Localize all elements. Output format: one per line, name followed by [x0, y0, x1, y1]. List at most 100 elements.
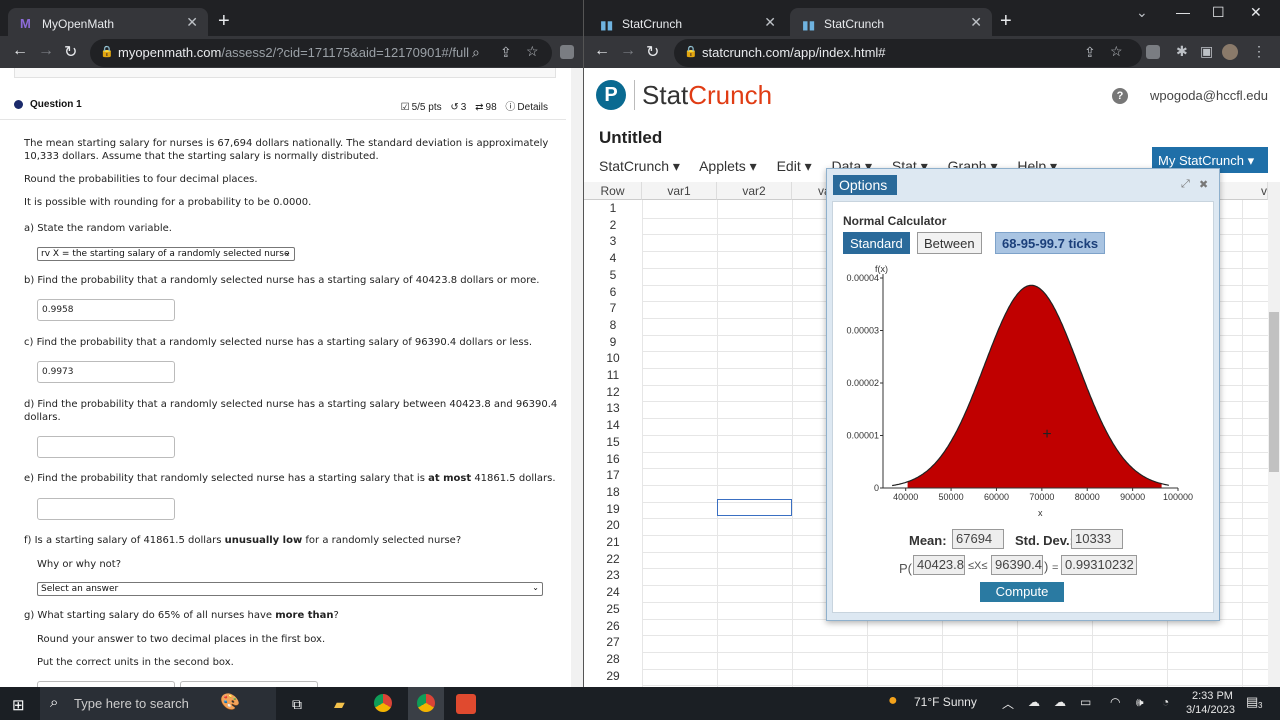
- forward-icon[interactable]: →: [38, 42, 54, 60]
- minimize-icon[interactable]: —: [1176, 4, 1190, 20]
- row-label: 18: [606, 484, 620, 499]
- start-windows-icon[interactable]: ⊞: [12, 696, 25, 720]
- compute-button[interactable]: Compute: [980, 582, 1064, 602]
- part-b-input[interactable]: 0.9958: [37, 299, 175, 321]
- extension-icon[interactable]: [560, 45, 574, 59]
- info-icon[interactable]: ⓘ: [505, 102, 515, 113]
- close-tab-icon[interactable]: ✕: [186, 14, 198, 31]
- part-f-select[interactable]: Select an answer ⌄: [37, 582, 543, 596]
- grid-column-line: [792, 200, 793, 687]
- row-label: 5: [609, 267, 617, 282]
- details-link[interactable]: Details: [517, 102, 548, 113]
- part-c-input[interactable]: 0.9973: [37, 361, 175, 383]
- wifi-icon[interactable]: ◠: [1110, 695, 1120, 709]
- network-icon[interactable]: ◔: [1162, 695, 1169, 709]
- side-panel-icon[interactable]: ▣: [1200, 43, 1213, 60]
- reload-icon[interactable]: ↻: [646, 42, 659, 62]
- menu-kebab-icon[interactable]: ⋮: [1252, 43, 1266, 60]
- user-email[interactable]: wpogoda@hccfl.edu: [1150, 88, 1268, 103]
- share-icon[interactable]: ⇪: [1084, 44, 1096, 61]
- bookmark-star-icon[interactable]: ☆: [526, 43, 539, 60]
- why-text: Why or why not?: [37, 559, 122, 570]
- forward-icon[interactable]: →: [620, 42, 636, 60]
- app-red-icon[interactable]: [456, 694, 476, 714]
- extensions-puzzle-icon[interactable]: ✱: [1176, 43, 1188, 60]
- part-d-input[interactable]: [37, 436, 175, 458]
- myopenmath-favicon-icon: M: [20, 16, 31, 31]
- windows-taskbar: ⊞ ⌕ Type here to search 🎨 ⧉ ▰ ● 71°F Sun…: [0, 687, 1280, 720]
- tray-chevron-icon[interactable]: ︿: [1002, 695, 1014, 712]
- task-view-icon[interactable]: ⧉: [292, 696, 302, 720]
- grid-scrollbar[interactable]: [1268, 182, 1280, 687]
- brand-stat: Stat: [642, 80, 689, 110]
- tab-689599-ticks[interactable]: 68-95-99.7 ticks: [995, 232, 1106, 254]
- selected-cell[interactable]: [717, 499, 792, 516]
- y-tick-label: 0.00004: [846, 273, 879, 283]
- clock-date[interactable]: 3/14/2023: [1186, 704, 1235, 716]
- zoom-icon[interactable]: ⌕: [472, 44, 480, 61]
- clock-time[interactable]: 2:33 PM: [1192, 690, 1233, 702]
- back-icon[interactable]: ←: [594, 42, 610, 60]
- share-icon[interactable]: ⇪: [500, 44, 512, 61]
- profile-avatar[interactable]: [1222, 44, 1238, 60]
- tab-search-chevron-icon[interactable]: ⌄: [1136, 4, 1148, 21]
- close-tab-icon[interactable]: ✕: [764, 14, 776, 31]
- weather-text[interactable]: 71°F Sunny: [914, 695, 977, 709]
- lower-bound-input[interactable]: 40423.8: [913, 555, 965, 575]
- row-label: 6: [609, 284, 617, 299]
- bookmark-star-icon[interactable]: ☆: [1110, 43, 1123, 60]
- notification-icon[interactable]: ▤: [1246, 694, 1258, 710]
- close-tab-icon[interactable]: ✕: [970, 14, 982, 31]
- sd-input[interactable]: 10333: [1071, 529, 1123, 549]
- weather-icon[interactable]: ●: [888, 692, 898, 710]
- back-icon[interactable]: ←: [12, 42, 28, 60]
- new-tab-button[interactable]: +: [218, 10, 230, 33]
- row-label: 29: [606, 668, 620, 683]
- scrollbar-thumb[interactable]: [1269, 312, 1279, 472]
- mean-input[interactable]: 67694: [952, 529, 1004, 549]
- tab-standard[interactable]: Standard: [843, 232, 910, 254]
- help-icon[interactable]: ?: [1112, 88, 1128, 104]
- volume-icon[interactable]: 🕪: [1136, 695, 1144, 710]
- reload-icon[interactable]: ↻: [64, 42, 77, 62]
- address-bar[interactable]: 🔒 statcrunch.com/app/index.html# ⇪ ☆: [674, 39, 1142, 67]
- menu-edit[interactable]: Edit ▾: [777, 158, 812, 174]
- tab-between[interactable]: Between: [917, 232, 982, 254]
- column-header-var1[interactable]: var1: [642, 182, 717, 200]
- menu-statcrunch[interactable]: StatCrunch ▾: [599, 158, 680, 174]
- part-g-units: Put the correct units in the second box.: [37, 657, 234, 668]
- expand-icon[interactable]: ⤢: [1181, 178, 1190, 191]
- menu-applets[interactable]: Applets ▾: [699, 158, 757, 174]
- lock-icon: 🔒: [684, 46, 698, 58]
- pearson-logo: P: [596, 80, 626, 110]
- versions-icon: ⇄: [475, 102, 484, 113]
- new-tab-button[interactable]: +: [1000, 10, 1012, 33]
- chevron-down-icon: ⌄: [284, 248, 291, 257]
- round-instruction: Round the probabilities to four decimal …: [24, 174, 258, 185]
- chrome-active-icon[interactable]: [408, 687, 444, 720]
- onedrive-icon[interactable]: ☁: [1028, 695, 1040, 709]
- taskbar-search[interactable]: ⌕ Type here to search 🎨: [40, 687, 276, 720]
- score-check-icon: ☑: [400, 102, 410, 113]
- grid-column-line: [642, 200, 643, 687]
- battery-icon[interactable]: ▭: [1080, 695, 1091, 709]
- row-label: 14: [606, 418, 620, 433]
- tab-title: MyOpenMath: [42, 17, 115, 31]
- column-header-var2[interactable]: var2: [717, 182, 792, 200]
- upper-bound-input[interactable]: 96390.4: [991, 555, 1043, 575]
- part-f-post: for a randomly selected nurse?: [302, 535, 462, 546]
- onedrive-personal-icon[interactable]: ☁: [1054, 695, 1066, 709]
- address-bar[interactable]: 🔒 myopenmath.com/assess2/?cid=171175&aid…: [90, 39, 552, 67]
- row-label: 26: [606, 618, 620, 633]
- file-explorer-icon[interactable]: ▰: [334, 696, 345, 720]
- part-e-input[interactable]: [37, 498, 175, 520]
- close-window-icon[interactable]: ✕: [1250, 4, 1262, 21]
- close-dialog-icon[interactable]: ✖: [1199, 178, 1208, 191]
- y-tick-label: 0: [874, 483, 879, 493]
- chrome-icon[interactable]: [374, 694, 392, 712]
- extension-icon[interactable]: [1146, 45, 1160, 59]
- part-a-select[interactable]: rv X = the starting salary of a randomly…: [37, 247, 295, 261]
- browser-toolbar: ← → ↻ 🔒 myopenmath.com/assess2/?cid=1711…: [0, 36, 583, 68]
- maximize-icon[interactable]: ☐: [1212, 4, 1225, 21]
- page-scrollbar[interactable]: [571, 68, 583, 687]
